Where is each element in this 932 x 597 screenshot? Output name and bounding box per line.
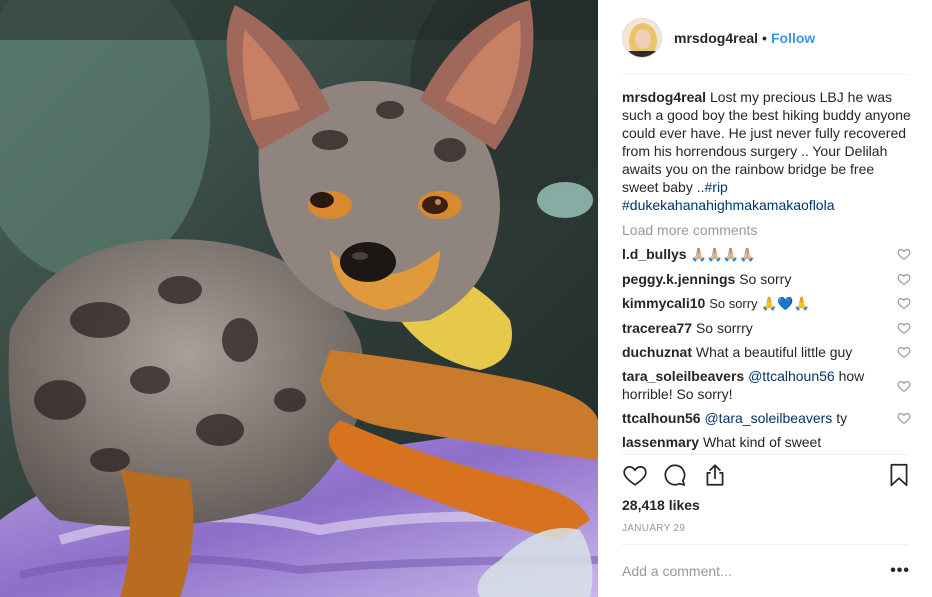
post-header: mrsdog4real • Follow: [622, 16, 908, 60]
separator-dot: •: [762, 30, 767, 46]
comment-username[interactable]: lassenmary: [622, 434, 699, 450]
hashtag-link[interactable]: #rip: [705, 179, 728, 195]
comment-text: What a beautiful little guy: [695, 344, 853, 360]
comment-item: kimmycali10 So sorry 🙏💙🙏: [622, 294, 912, 313]
add-comment-row: Add a comment... •••: [622, 562, 910, 580]
actions-divider: [622, 454, 908, 455]
heart-icon[interactable]: [897, 411, 911, 425]
comment-username[interactable]: peggy.k.jennings: [622, 271, 735, 287]
comment-item: duchuznat What a beautiful little guy: [622, 343, 912, 361]
comment-text: What kind of sweet: [702, 434, 822, 450]
bookmark-icon[interactable]: [886, 462, 912, 488]
avatar[interactable]: [622, 18, 662, 58]
action-bar: [622, 462, 912, 492]
share-icon[interactable]: [702, 462, 728, 488]
header-username[interactable]: mrsdog4real: [674, 30, 758, 46]
heart-icon[interactable]: [897, 247, 911, 261]
add-comment-input[interactable]: Add a comment...: [622, 563, 732, 579]
add-comment-divider: [622, 544, 908, 545]
comment-text: So sorry: [739, 271, 792, 287]
heart-icon[interactable]: [897, 321, 911, 335]
more-options-icon[interactable]: •••: [890, 562, 910, 580]
chihuahua-photo: [0, 0, 598, 597]
comment-username[interactable]: kimmycali10: [622, 295, 705, 311]
comment-text: So sorry 🙏💙🙏: [709, 296, 810, 311]
post-date[interactable]: JANUARY 29: [622, 523, 685, 534]
comments-list: mrsdog4real Lost my precious LBJ he was …: [622, 88, 912, 451]
follow-button[interactable]: Follow: [771, 30, 815, 46]
comment-bubble-icon[interactable]: [662, 462, 688, 488]
header-divider: [622, 74, 908, 75]
heart-icon[interactable]: [897, 345, 911, 359]
comment-item: tracerea77 So sorrry: [622, 319, 912, 337]
hashtag-link[interactable]: #dukekahanahighmakamakaoflola: [622, 197, 834, 213]
comment-username[interactable]: tara_soleilbeavers: [622, 368, 744, 384]
mention-link[interactable]: @ttcalhoun56: [748, 368, 835, 384]
caption: mrsdog4real Lost my precious LBJ he was …: [622, 88, 912, 214]
comment-username[interactable]: ttcalhoun56: [622, 410, 701, 426]
heart-icon[interactable]: [897, 272, 911, 286]
comment-item: tara_soleilbeavers @ttcalhoun56 how horr…: [622, 367, 912, 403]
comment-text: 🙏🏼🙏🏼🙏🏼🙏🏼: [690, 247, 756, 262]
caption-username[interactable]: mrsdog4real: [622, 89, 706, 105]
comment-item: ttcalhoun56 @tara_soleilbeavers ty: [622, 409, 912, 427]
heart-icon[interactable]: [622, 462, 648, 488]
comment-username[interactable]: duchuznat: [622, 344, 692, 360]
heart-icon[interactable]: [897, 296, 911, 310]
post-photo[interactable]: [0, 0, 598, 597]
comment-item: lassenmary What kind of sweet: [622, 433, 912, 451]
comment-username[interactable]: tracerea77: [622, 320, 692, 336]
likes-count[interactable]: 28,418 likes: [622, 497, 700, 513]
mention-link[interactable]: @tara_soleilbeavers: [704, 410, 832, 426]
comment-item: l.d_bullys 🙏🏼🙏🏼🙏🏼🙏🏼: [622, 245, 912, 264]
load-more-comments-button[interactable]: Load more comments: [622, 221, 912, 239]
post-sidebar: mrsdog4real • Follow mrsdog4real Lost my…: [598, 0, 932, 597]
heart-icon[interactable]: [897, 379, 911, 393]
comment-item: peggy.k.jennings So sorry: [622, 270, 912, 288]
comment-username[interactable]: l.d_bullys: [622, 246, 687, 262]
comment-text: ty: [836, 410, 848, 426]
comment-text: So sorrry: [695, 320, 753, 336]
